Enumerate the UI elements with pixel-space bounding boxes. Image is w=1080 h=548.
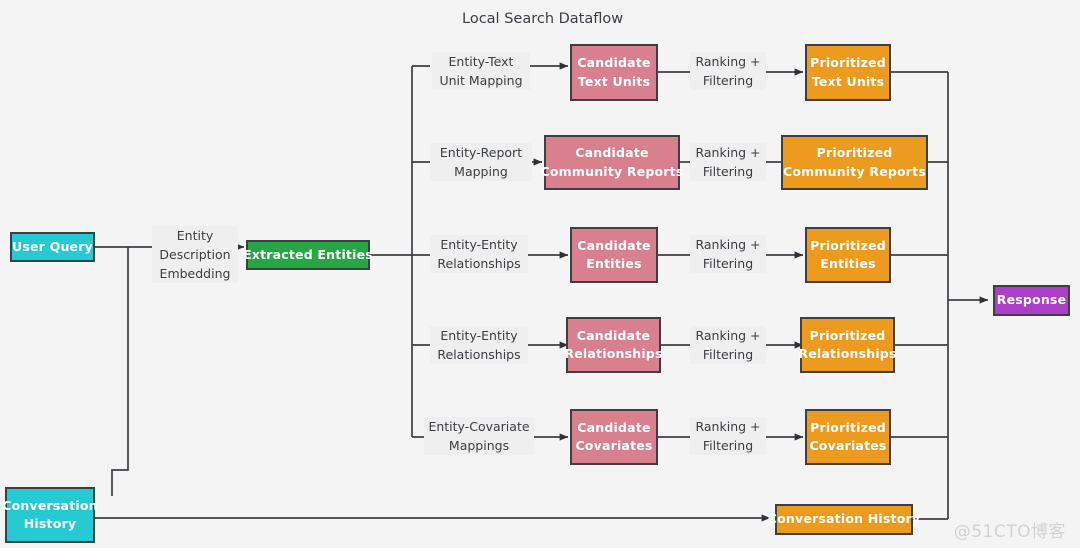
diagram-title: Local Search Dataflow — [462, 11, 624, 27]
node-extracted-entities-label: Extracted Entities — [243, 246, 373, 262]
edge-label-ranking-filtering-1-line2: Filtering — [690, 71, 766, 90]
node-prioritized-relationships-line1: Prioritized — [809, 327, 886, 343]
node-candidate-text-units-line1: Candidate — [577, 55, 651, 71]
edge-label-entity-entity-relationships-1: Entity-Entity Relationships — [430, 235, 528, 273]
node-prioritized-entities-line2: Entities — [820, 256, 876, 271]
edge-label-ranking-filtering-4-line2: Filtering — [690, 345, 766, 364]
node-prioritized-community-reports-line1: Prioritized — [816, 145, 893, 161]
node-extracted-entities[interactable]: Extracted Entities — [243, 240, 373, 270]
node-prioritized-covariates-line1: Prioritized — [810, 419, 886, 435]
node-candidate-relationships[interactable]: Candidate Relationships — [564, 317, 663, 373]
edge-label-ranking-filtering-1-line1: Ranking + — [690, 52, 766, 71]
node-prioritized-community-reports-line2: Community Reports — [783, 163, 926, 179]
node-prioritized-text-units-line2: Text Units — [811, 73, 885, 89]
node-prioritized-covariates-line2: Covariates — [809, 438, 887, 453]
edge-label-entity-text-unit-mapping: Entity-Text Unit Mapping — [432, 52, 530, 90]
node-prioritized-entities[interactable]: Prioritized Entities — [805, 227, 891, 283]
edge-label-entity-entity-relationships-2-line2: Relationships — [430, 345, 528, 364]
edge-label-entity-report-mapping: Entity-Report Mapping — [430, 143, 532, 181]
edge-label-ranking-filtering-4: Ranking + Filtering — [690, 326, 766, 364]
edge-label-entity-entity-relationships-1-line1: Entity-Entity — [430, 235, 528, 254]
node-candidate-entities-line2: Entities — [586, 256, 642, 271]
node-conversation-history-input-line1: Conversation — [2, 497, 98, 513]
edge-label-ranking-filtering-3-line2: Filtering — [690, 254, 766, 273]
node-candidate-text-units-line2: Text Units — [577, 73, 651, 89]
edge-user-query-to-conversation-history — [111, 247, 129, 496]
node-prioritized-covariates[interactable]: Prioritized Covariates — [805, 409, 891, 465]
edge-label-ranking-filtering-2-line2: Filtering — [690, 162, 766, 181]
edge-label-ranking-filtering-3-line1: Ranking + — [690, 235, 766, 254]
node-prioritized-entities-line1: Prioritized — [810, 237, 886, 253]
node-candidate-covariates[interactable]: Candidate Covariates — [570, 409, 658, 465]
edge-label-entity-description-embedding-line1: Entity — [152, 226, 238, 245]
edge-label-entity-covariate-mappings-line2: Mappings — [424, 436, 534, 455]
edge-label-entity-entity-relationships-2-line1: Entity-Entity — [430, 326, 528, 345]
node-user-query-label: User Query — [12, 238, 93, 254]
node-prioritized-relationships[interactable]: Prioritized Relationships — [798, 317, 897, 373]
edge-label-ranking-filtering-4-line1: Ranking + — [690, 326, 766, 345]
edge-label-ranking-filtering-3: Ranking + Filtering — [690, 235, 766, 273]
node-prioritized-relationships-line2: Relationships — [798, 346, 897, 361]
edge-label-ranking-filtering-2-line1: Ranking + — [690, 143, 766, 162]
edge-label-ranking-filtering-5-line1: Ranking + — [690, 417, 766, 436]
node-candidate-entities[interactable]: Candidate Entities — [570, 227, 658, 283]
edge-label-ranking-filtering-5: Ranking + Filtering — [690, 417, 766, 455]
edge-label-entity-entity-relationships-2: Entity-Entity Relationships — [430, 326, 528, 364]
node-candidate-relationships-line1: Candidate — [576, 327, 651, 343]
edge-label-entity-description-embedding-line2: Description — [152, 245, 238, 264]
node-candidate-relationships-line2: Relationships — [564, 346, 663, 361]
node-conversation-history-output[interactable]: Conversation History — [768, 504, 920, 535]
node-user-query[interactable]: User Query — [10, 232, 95, 262]
edge-label-ranking-filtering-1: Ranking + Filtering — [690, 52, 766, 90]
edge-label-entity-text-unit-mapping-line1: Entity-Text — [432, 52, 530, 71]
node-response[interactable]: Response — [993, 285, 1070, 316]
edge-label-entity-report-mapping-line2: Mapping — [430, 162, 532, 181]
node-conversation-history-output-label: Conversation History — [767, 511, 921, 527]
edge-label-entity-report-mapping-line1: Entity-Report — [430, 143, 532, 162]
edge-label-entity-text-unit-mapping-line2: Unit Mapping — [432, 71, 530, 90]
edge-label-ranking-filtering-5-line2: Filtering — [690, 436, 766, 455]
node-candidate-entities-line1: Candidate — [577, 237, 651, 253]
diagram-canvas: Local Search Dataflow User Query Convers… — [0, 0, 1080, 548]
node-prioritized-community-reports[interactable]: Prioritized Community Reports — [781, 135, 928, 190]
node-conversation-history-input-line2: History — [23, 516, 77, 531]
node-prioritized-text-units-line1: Prioritized — [810, 55, 886, 71]
edge-label-entity-covariate-mappings-line1: Entity-Covariate — [424, 417, 534, 436]
node-candidate-text-units[interactable]: Candidate Text Units — [570, 44, 658, 101]
edge-label-entity-covariate-mappings: Entity-Covariate Mappings — [424, 417, 534, 455]
edge-label-entity-description-embedding: Entity Description Embedding — [152, 226, 238, 283]
edge-label-ranking-filtering-2: Ranking + Filtering — [690, 143, 766, 181]
node-candidate-community-reports[interactable]: Candidate Community Reports — [541, 135, 683, 190]
node-response-label: Response — [996, 292, 1067, 308]
node-candidate-community-reports-line1: Candidate — [575, 145, 649, 161]
edge-label-entity-description-embedding-line3: Embedding — [152, 264, 238, 283]
watermark: @51CTO博客 — [953, 522, 1066, 542]
node-candidate-community-reports-line2: Community Reports — [540, 163, 684, 179]
node-prioritized-text-units[interactable]: Prioritized Text Units — [805, 44, 891, 101]
node-candidate-covariates-line1: Candidate — [577, 419, 651, 435]
node-conversation-history-input[interactable]: Conversation History — [2, 487, 98, 543]
node-candidate-covariates-line2: Covariates — [575, 438, 653, 453]
edge-label-entity-entity-relationships-1-line2: Relationships — [430, 254, 528, 273]
